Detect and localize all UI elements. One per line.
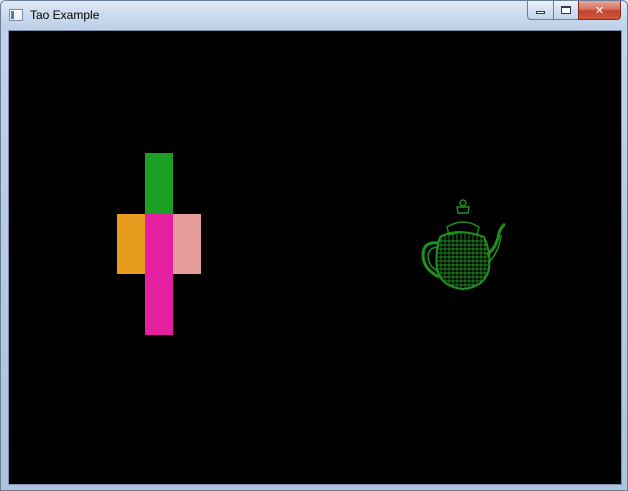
cross-right-square — [172, 214, 201, 274]
maximize-button[interactable] — [553, 1, 578, 20]
cross-bottom-square — [145, 273, 173, 335]
cross-top-square — [145, 153, 173, 215]
caption-buttons: ✕ — [527, 1, 621, 21]
maximize-icon — [561, 6, 571, 14]
app-window-icon[interactable] — [9, 9, 23, 21]
cross-center-square — [145, 214, 173, 274]
window-title: Tao Example — [30, 8, 100, 22]
cross-left-square — [117, 214, 146, 274]
minimize-icon — [536, 11, 545, 14]
app-window: Tao Example ✕ — [0, 0, 628, 491]
close-button[interactable]: ✕ — [578, 1, 621, 20]
close-icon: ✕ — [594, 3, 605, 17]
minimize-button[interactable] — [527, 1, 553, 20]
title-bar[interactable]: Tao Example ✕ — [1, 1, 627, 31]
opengl-viewport[interactable] — [8, 30, 622, 485]
wireframe-teapot — [421, 199, 506, 291]
